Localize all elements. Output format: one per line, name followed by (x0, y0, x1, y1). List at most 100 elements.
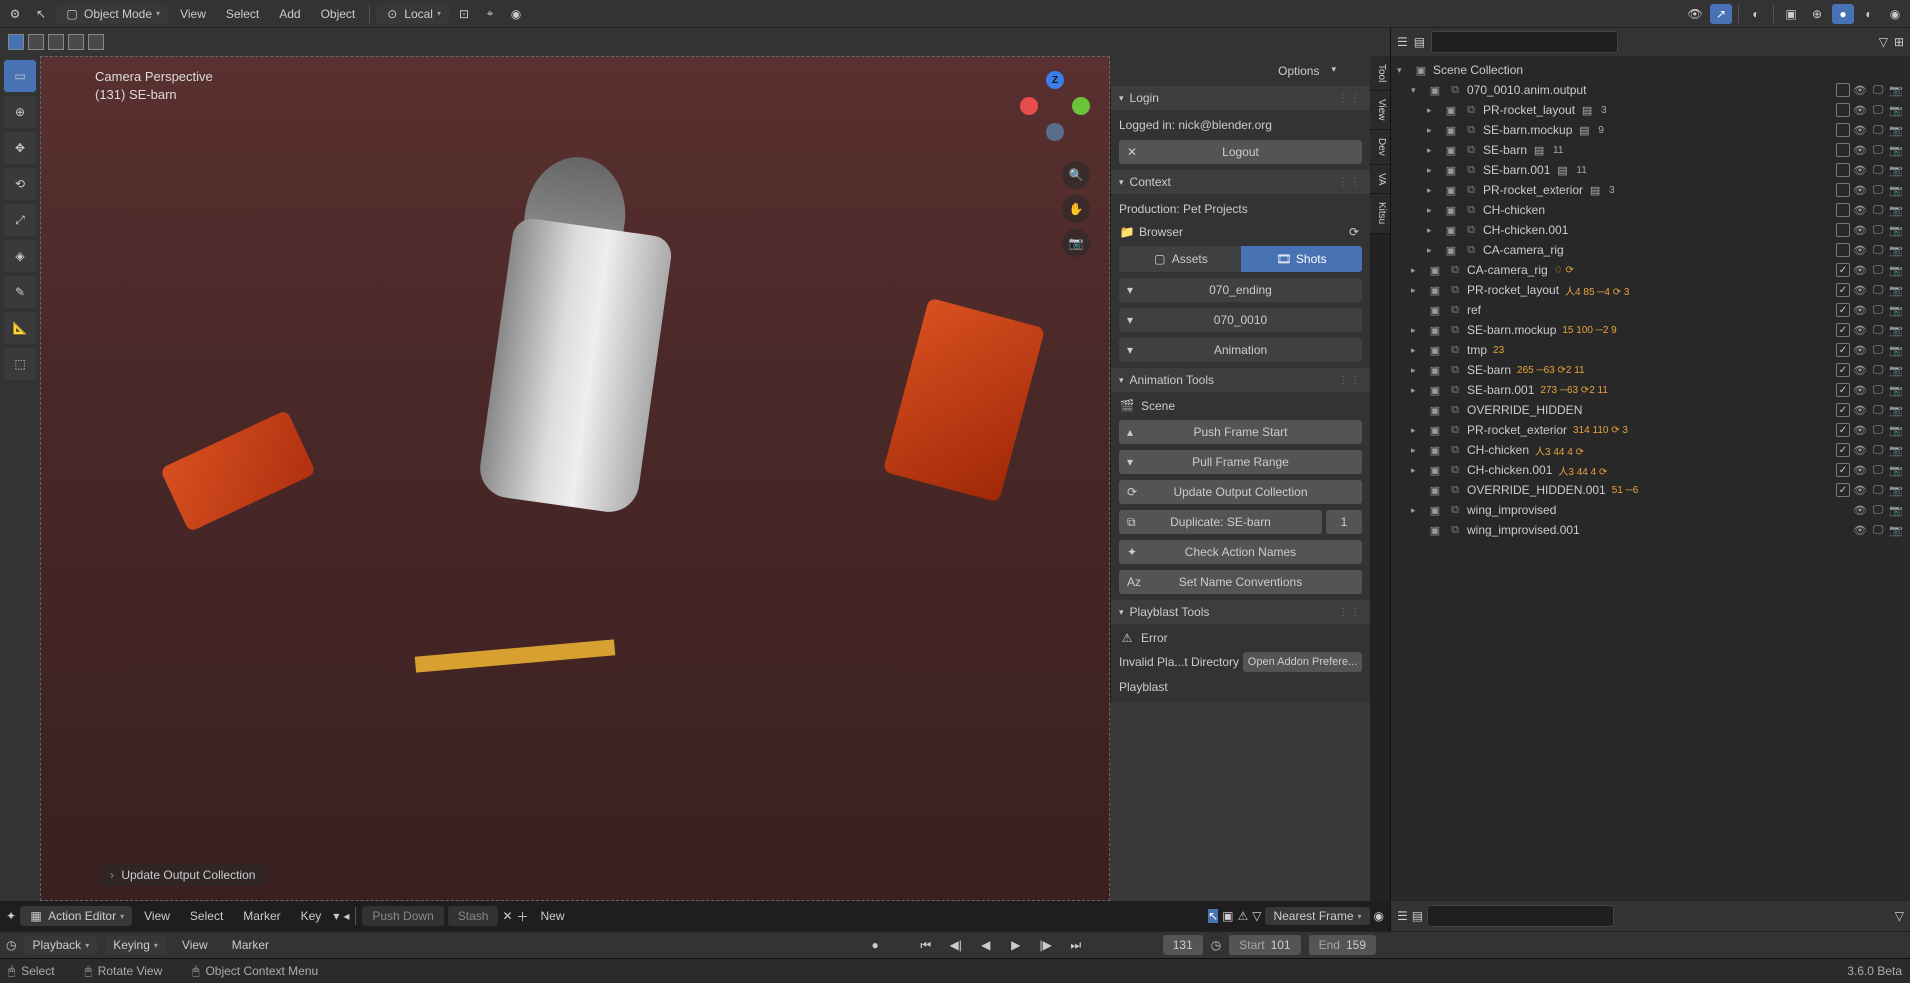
jump-start-icon[interactable]: ⏮ (915, 936, 937, 954)
keyframe-prev-icon[interactable]: ◀| (945, 936, 967, 954)
viewport-icon[interactable]: 🖵 (1870, 422, 1886, 438)
sequence-dropdown[interactable]: ▾ 070_ending (1119, 278, 1362, 302)
render-icon[interactable]: 📷 (1888, 242, 1904, 258)
tree-row[interactable]: ▾▣⧉070_0010.anim.output 👁🖵📷 (1393, 80, 1908, 100)
shading-material-icon[interactable]: ◐ (1858, 4, 1880, 24)
viewport-icon[interactable]: 🖵 (1870, 82, 1886, 98)
cursor-tool[interactable]: ⊕ (4, 96, 36, 128)
cursor-tool-icon[interactable]: ↖ (30, 4, 52, 24)
open-addon-prefs-button[interactable]: Open Addon Prefere... (1243, 652, 1362, 672)
preview-range-icon[interactable]: ◷ (1211, 938, 1221, 952)
visibility-icon[interactable]: 👁 (1852, 442, 1868, 458)
pull-frame-range-button[interactable]: ▾ Pull Frame Range (1119, 450, 1362, 474)
outliner-search-input[interactable] (1431, 31, 1618, 53)
disclosure-icon[interactable]: ▸ (1411, 325, 1423, 336)
refresh-icon[interactable]: ⟳ (1346, 224, 1362, 240)
disclosure-icon[interactable] (1411, 525, 1423, 535)
disclosure-icon[interactable]: ▸ (1411, 385, 1423, 396)
drag-handle-icon[interactable]: ⋮⋮ (1338, 93, 1362, 104)
visibility-icon[interactable]: 👁 (1852, 522, 1868, 538)
exclude-checkbox[interactable] (1836, 83, 1850, 97)
tree-row[interactable]: ▸▣⧉CA-camera_rig 👁🖵📷 (1393, 240, 1908, 260)
viewport-icon[interactable]: 🖵 (1870, 402, 1886, 418)
tree-row[interactable]: ▸▣⧉PR-rocket_exterior ▤3👁🖵📷 (1393, 180, 1908, 200)
login-panel-header[interactable]: ▾ Login ⋮⋮ (1111, 86, 1370, 110)
rotate-tool[interactable]: ⟲ (4, 168, 36, 200)
current-frame-input[interactable]: 131 (1163, 935, 1203, 955)
disclosure-icon[interactable]: ▸ (1427, 225, 1439, 236)
render-icon[interactable]: 📷 (1888, 122, 1904, 138)
exclude-checkbox[interactable] (1836, 243, 1850, 257)
vtab-va[interactable]: VA (1370, 165, 1390, 195)
tree-row[interactable]: ▣⧉OVERRIDE_HIDDEN 👁🖵📷 (1393, 400, 1908, 420)
pan-icon[interactable]: ✋ (1062, 195, 1090, 223)
render-icon[interactable]: 📷 (1888, 362, 1904, 378)
properties-display-icon[interactable]: ▤ (1412, 909, 1423, 923)
tree-row[interactable]: ▸▣⧉tmp 23👁🖵📷 (1393, 340, 1908, 360)
summary-icon[interactable]: ▣ (1222, 909, 1233, 923)
shading-wire-icon[interactable]: ⊕ (1806, 4, 1828, 24)
visibility-icon[interactable]: 👁 (1852, 382, 1868, 398)
new-collection-icon[interactable]: ⊞ (1894, 35, 1904, 49)
outliner-display-icon[interactable]: ▤ (1414, 35, 1425, 49)
viewport-icon[interactable]: 🖵 (1870, 182, 1886, 198)
render-icon[interactable]: 📷 (1888, 262, 1904, 278)
disclosure-icon[interactable]: ▸ (1427, 245, 1439, 256)
orientation-dropdown[interactable]: ⊙ Local ▾ (376, 4, 449, 24)
drag-handle-icon[interactable]: ⋮⋮ (1338, 177, 1362, 188)
assets-tab[interactable]: ▢ Assets (1119, 246, 1241, 272)
disclosure-icon[interactable]: ▸ (1411, 365, 1423, 376)
camera-view-icon[interactable]: 📷 (1062, 229, 1090, 257)
visibility-icon[interactable]: 👁 (1852, 502, 1868, 518)
duplicate-count[interactable]: 1 (1326, 510, 1362, 534)
visibility-icon[interactable]: 👁 (1852, 122, 1868, 138)
render-icon[interactable]: 📷 (1888, 462, 1904, 478)
outliner-mode-icon[interactable]: ☰ (1397, 35, 1408, 49)
disclosure-icon[interactable]: ▸ (1427, 165, 1439, 176)
snap-dropdown[interactable]: Nearest Frame ▾ (1265, 907, 1369, 925)
viewport-icon[interactable]: 🖵 (1870, 342, 1886, 358)
gizmo-icon[interactable]: ↗ (1710, 4, 1732, 24)
tree-row[interactable]: ▸▣⧉wing_improvised 👁🖵📷 (1393, 500, 1908, 520)
viewport-icon[interactable]: 🖵 (1870, 462, 1886, 478)
disclosure-icon[interactable]: ▸ (1411, 285, 1423, 296)
disclosure-icon[interactable]: ▾ (1411, 85, 1423, 96)
tree-row[interactable]: ▸▣⧉SE-barn 265 ─63 ⟳2 11👁🖵📷 (1393, 360, 1908, 380)
disclosure-icon[interactable] (1411, 405, 1423, 415)
shading-solid-icon[interactable]: ● (1832, 4, 1854, 24)
tree-row[interactable]: ▸▣⧉PR-rocket_layout 人4 85 ─4 ⟳ 3👁🖵📷 (1393, 280, 1908, 300)
start-frame-input[interactable]: Start 101 (1229, 935, 1300, 955)
add-cube-tool[interactable]: ⬚ (4, 348, 36, 380)
tree-row[interactable]: ▸▣⧉PR-rocket_layout ▤3👁🖵📷 (1393, 100, 1908, 120)
drag-handle-icon[interactable]: ⋮⋮ (1338, 607, 1362, 618)
viewport-icon[interactable]: 🖵 (1870, 322, 1886, 338)
shading-render-icon[interactable]: ◉ (1884, 4, 1906, 24)
render-icon[interactable]: 📷 (1888, 182, 1904, 198)
tree-row[interactable]: ▸▣⧉CH-chicken 👁🖵📷 (1393, 200, 1908, 220)
proportional-icon[interactable]: ◉ (1374, 909, 1384, 923)
add-menu[interactable]: Add (271, 3, 308, 25)
logout-button[interactable]: ✕ Logout (1119, 140, 1362, 164)
action-editor-dropdown[interactable]: ▦ Action Editor ▾ (20, 906, 132, 926)
disclosure-icon[interactable]: ▸ (1411, 505, 1423, 516)
select-mode-5[interactable] (88, 34, 104, 50)
disclosure-icon[interactable]: ▸ (1411, 345, 1423, 356)
select-mode-1[interactable] (8, 34, 24, 50)
render-icon[interactable]: 📷 (1888, 142, 1904, 158)
select-mode-4[interactable] (68, 34, 84, 50)
anim-tools-header[interactable]: ▾ Animation Tools ⋮⋮ (1111, 368, 1370, 392)
viewport-icon[interactable]: 🖵 (1870, 222, 1886, 238)
vtab-tool[interactable]: Tool (1370, 56, 1390, 91)
visibility-icon[interactable]: 👁 (1852, 282, 1868, 298)
viewport-icon[interactable]: 🖵 (1870, 302, 1886, 318)
stash-button[interactable]: Stash (448, 906, 499, 926)
viewport-icon[interactable]: 🖵 (1870, 262, 1886, 278)
disclosure-icon[interactable]: ▸ (1427, 105, 1439, 116)
pivot-icon[interactable]: ⊡ (453, 4, 475, 24)
dope-view-menu[interactable]: View (136, 905, 178, 927)
measure-tool[interactable]: 📐 (4, 312, 36, 344)
render-icon[interactable]: 📷 (1888, 402, 1904, 418)
viewport-icon[interactable]: 🖵 (1870, 122, 1886, 138)
visibility-icon[interactable]: 👁 (1852, 262, 1868, 278)
task-dropdown[interactable]: ▾ Animation (1119, 338, 1362, 362)
